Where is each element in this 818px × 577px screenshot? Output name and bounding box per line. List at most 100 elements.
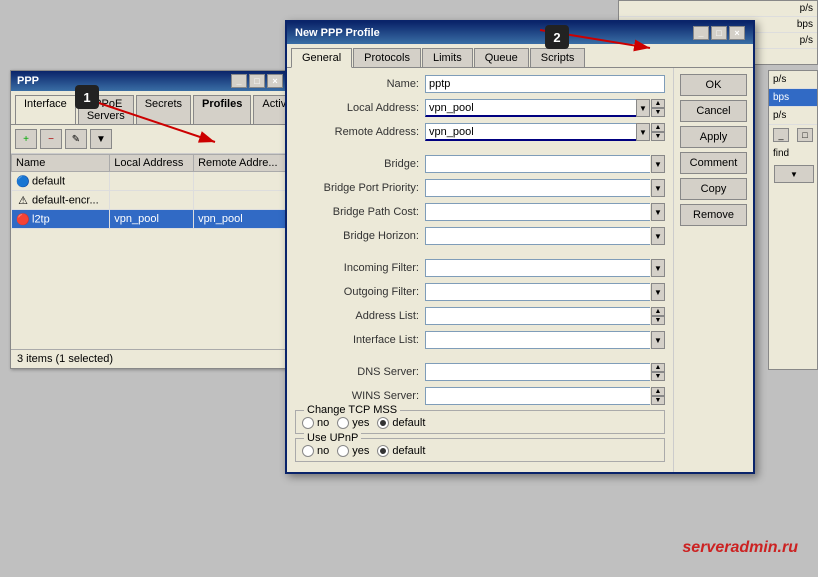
tcp-mss-options: no yes default (302, 415, 658, 429)
upnp-no-radio[interactable] (302, 445, 314, 457)
edit-btn[interactable]: ✎ (65, 129, 87, 149)
wins-scroll-up[interactable]: ▲ (651, 387, 665, 396)
bridge-dd-btn[interactable]: ▼ (651, 155, 665, 173)
ppp-tab-interface[interactable]: Interface (15, 95, 76, 125)
local-address-input[interactable] (425, 99, 636, 117)
warning-icon: ⚠ (16, 193, 30, 207)
al-scroll-up[interactable]: ▲ (651, 307, 665, 316)
copy-button[interactable]: Copy (680, 178, 747, 200)
ppp-tab-profiles[interactable]: Profiles (193, 95, 251, 124)
right-panel-max[interactable]: □ (797, 128, 813, 142)
al-scroll: ▲ ▼ (651, 307, 665, 325)
tcp-mss-yes[interactable]: yes (337, 417, 369, 429)
bridge-input[interactable] (425, 155, 650, 173)
wins-input[interactable] (425, 387, 650, 405)
upnp-default[interactable]: default (377, 445, 425, 457)
tab-protocols[interactable]: Protocols (353, 48, 421, 67)
remote-address-dd-btn[interactable]: ▼ (636, 123, 650, 141)
col-local: Local Address (110, 155, 194, 172)
upnp-default-radio[interactable] (377, 445, 389, 457)
row-local (110, 172, 194, 191)
table-row[interactable]: 🔴l2tp vpn_pool vpn_pool (12, 210, 289, 229)
local-scroll-down[interactable]: ▼ (651, 108, 665, 117)
ppp-close-btn[interactable]: × (267, 74, 283, 88)
of-dd-btn[interactable]: ▼ (651, 283, 665, 301)
bh-dd-btn[interactable]: ▼ (651, 227, 665, 245)
ppp-minimize-btn[interactable]: _ (231, 74, 247, 88)
il-dd-btn[interactable]: ▼ (651, 331, 665, 349)
ppp-table: Name Local Address Remote Addre... 🔵defa… (11, 154, 289, 229)
comment-button[interactable]: Comment (680, 152, 747, 174)
bpc-row: Bridge Path Cost: ▼ (295, 202, 665, 222)
al-input[interactable] (425, 307, 650, 325)
remote-scroll-down[interactable]: ▼ (651, 132, 665, 141)
dialog-minimize-btn[interactable]: _ (693, 26, 709, 40)
tcp-mss-yes-radio[interactable] (337, 417, 349, 429)
tcp-mss-default-label: default (392, 417, 425, 429)
of-row: Outgoing Filter: ▼ (295, 282, 665, 302)
tcp-mss-default-radio[interactable] (377, 417, 389, 429)
table-row[interactable]: ⚠default-encr... (12, 191, 289, 210)
upnp-yes[interactable]: yes (337, 445, 369, 457)
bpp-dropdown: ▼ (425, 179, 665, 197)
row-name: 🔴l2tp (12, 210, 110, 229)
tab-scripts[interactable]: Scripts (530, 48, 586, 67)
name-input[interactable] (425, 75, 665, 93)
right-panel-min[interactable]: _ (773, 128, 789, 142)
tcp-mss-no-radio[interactable] (302, 417, 314, 429)
if-label: Incoming Filter: (295, 262, 425, 274)
of-dropdown: ▼ (425, 283, 665, 301)
ok-button[interactable]: OK (680, 74, 747, 96)
apply-button[interactable]: Apply (680, 126, 747, 148)
dialog-fields: Name: Local Address: ▼ ▲ ▼ Remote Addres… (287, 68, 673, 472)
if-input[interactable] (425, 259, 650, 277)
bpc-dd-btn[interactable]: ▼ (651, 203, 665, 221)
bh-row: Bridge Horizon: ▼ (295, 226, 665, 246)
al-scroll-down[interactable]: ▼ (651, 316, 665, 325)
top-bar-row-1: p/s (619, 1, 817, 17)
tab-general[interactable]: General (291, 48, 352, 68)
if-dd-btn[interactable]: ▼ (651, 259, 665, 277)
al-label: Address List: (295, 310, 425, 322)
row-name: 🔵default (12, 172, 110, 191)
ppp-maximize-btn[interactable]: □ (249, 74, 265, 88)
right-panel-dropdown[interactable]: ▼ (774, 165, 814, 183)
remove-button[interactable]: Remove (680, 204, 747, 226)
dialog-close-btn[interactable]: × (729, 26, 745, 40)
bpp-row: Bridge Port Priority: ▼ (295, 178, 665, 198)
table-row[interactable]: 🔵default (12, 172, 289, 191)
cancel-button[interactable]: Cancel (680, 100, 747, 122)
tcp-mss-no[interactable]: no (302, 417, 329, 429)
ppp-window: PPP _ □ × Interface PPPoE Servers Secret… (10, 70, 290, 369)
filter-btn[interactable]: ▼ (90, 129, 112, 149)
bridge-row: Bridge: ▼ (295, 154, 665, 174)
dns-scroll-up[interactable]: ▲ (651, 363, 665, 372)
add-btn[interactable]: + (15, 129, 37, 149)
upnp-no[interactable]: no (302, 445, 329, 457)
ppp-tab-activ[interactable]: Activ (253, 95, 289, 124)
badge-1: 1 (75, 85, 99, 109)
remote-address-input[interactable] (425, 123, 636, 141)
upnp-yes-radio[interactable] (337, 445, 349, 457)
dns-input[interactable] (425, 363, 650, 381)
bh-input[interactable] (425, 227, 650, 245)
tab-limits[interactable]: Limits (422, 48, 473, 67)
dns-scroll-down[interactable]: ▼ (651, 372, 665, 381)
bpc-input[interactable] (425, 203, 650, 221)
dialog-maximize-btn[interactable]: □ (711, 26, 727, 40)
bpp-input[interactable] (425, 179, 650, 197)
remote-scroll-up[interactable]: ▲ (651, 123, 665, 132)
right-panel-row-2: bps (769, 89, 817, 107)
tcp-mss-default[interactable]: default (377, 417, 425, 429)
bpp-dd-btn[interactable]: ▼ (651, 179, 665, 197)
local-address-dd-btn[interactable]: ▼ (636, 99, 650, 117)
remove-btn[interactable]: − (40, 129, 62, 149)
of-input[interactable] (425, 283, 650, 301)
local-scroll-up[interactable]: ▲ (651, 99, 665, 108)
tab-queue[interactable]: Queue (474, 48, 529, 67)
il-input[interactable] (425, 331, 650, 349)
ppp-tab-secrets[interactable]: Secrets (136, 95, 191, 124)
wins-scroll-down[interactable]: ▼ (651, 396, 665, 405)
dialog-body: Name: Local Address: ▼ ▲ ▼ Remote Addres… (287, 68, 753, 472)
right-panel: p/s bps p/s _ □ find ▼ (768, 70, 818, 370)
